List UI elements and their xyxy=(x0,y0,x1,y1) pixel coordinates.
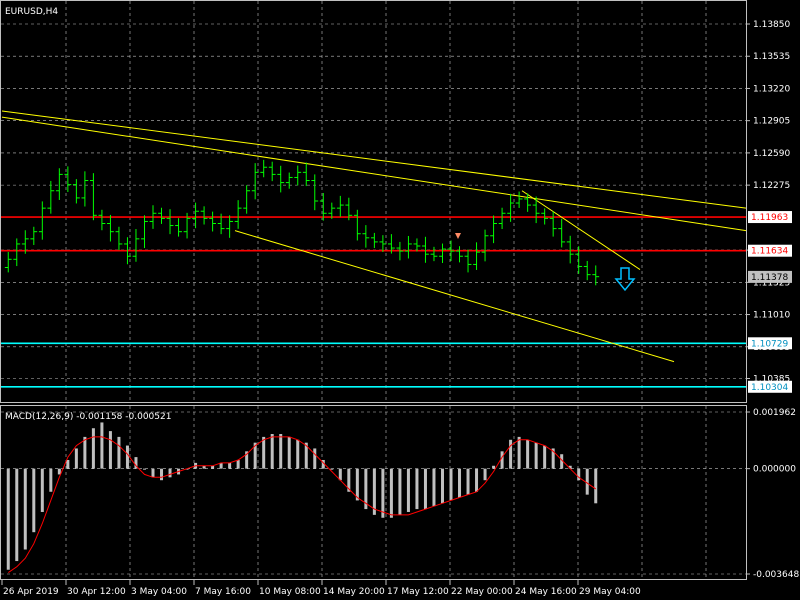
macd-histogram-bar xyxy=(66,459,70,469)
price-tick-label: 1.13850 xyxy=(753,20,790,30)
macd-histogram-bar xyxy=(594,468,598,504)
macd-histogram-bar xyxy=(458,468,462,498)
macd-histogram-bar xyxy=(270,434,274,469)
time-tick-label: 22 May 00:00 xyxy=(451,587,513,597)
time-tick-label: 29 May 04:00 xyxy=(579,587,641,597)
macd-tick-label: 0.001962 xyxy=(753,408,796,418)
macd-histogram-bar xyxy=(74,448,78,469)
macd-histogram-bar xyxy=(100,422,104,469)
macd-histogram-bar xyxy=(108,431,112,469)
macd-histogram-bar xyxy=(381,468,385,518)
time-tick-label: 26 Apr 2019 xyxy=(3,587,59,597)
macd-histogram-bar xyxy=(228,462,232,469)
macd-histogram-bar xyxy=(330,468,334,470)
level-badge-label: 1.10304 xyxy=(751,383,788,393)
time-tick-label: 30 Apr 12:00 xyxy=(67,587,126,597)
macd-histogram-bar xyxy=(449,468,453,501)
macd-histogram-bar xyxy=(406,468,410,512)
macd-histogram-bar xyxy=(279,434,283,469)
macd-histogram-bar xyxy=(355,468,359,501)
macd-histogram-bar xyxy=(6,468,10,570)
macd-histogram-bar xyxy=(389,468,393,518)
macd-histogram-bar xyxy=(40,468,44,512)
macd-histogram-bar xyxy=(440,468,444,504)
macd-title: MACD(12,26,9) -0.001158 -0.000521 xyxy=(5,412,171,422)
macd-histogram-bar xyxy=(262,436,266,469)
macd-histogram-bar xyxy=(83,436,87,469)
macd-histogram-bar xyxy=(168,468,172,478)
macd-histogram-bar xyxy=(423,468,427,510)
macd-histogram-bar xyxy=(509,439,513,469)
macd-histogram-bar xyxy=(517,436,521,469)
macd-histogram-bar xyxy=(91,428,95,469)
symbol-title: EURUSD,H4 xyxy=(5,7,58,17)
macd-histogram-bar xyxy=(500,451,504,469)
time-tick-label: 7 May 16:00 xyxy=(195,587,251,597)
macd-histogram-bar xyxy=(236,459,240,469)
price-tick-label: 1.11010 xyxy=(753,311,790,321)
macd-tick-label: 0.000000 xyxy=(753,465,796,475)
macd-histogram-bar xyxy=(117,436,121,469)
macd-histogram-bar xyxy=(543,445,547,469)
macd-histogram-bar xyxy=(142,468,146,470)
macd-histogram-bar xyxy=(32,468,36,533)
macd-histogram-bar xyxy=(151,468,155,478)
macd-histogram-bar xyxy=(49,468,53,492)
macd-histogram-bar xyxy=(296,439,300,469)
time-tick-label: 17 May 12:00 xyxy=(387,587,449,597)
macd-histogram-bar xyxy=(15,468,19,562)
price-tick-label: 1.12905 xyxy=(753,117,790,127)
macd-histogram-bar xyxy=(313,448,317,469)
macd-tick-label: -0.003648 xyxy=(753,570,799,580)
price-tick-label: 1.12590 xyxy=(753,149,790,159)
macd-histogram-bar xyxy=(585,468,589,495)
price-tick-label: 1.12275 xyxy=(753,181,790,191)
time-tick-label: 3 May 04:00 xyxy=(131,587,187,597)
macd-histogram-bar xyxy=(160,468,164,481)
price-tick-label: 1.13220 xyxy=(753,84,790,94)
macd-histogram-bar xyxy=(526,439,530,469)
macd-histogram-bar xyxy=(475,468,479,492)
macd-histogram-bar xyxy=(466,468,470,495)
macd-histogram-bar xyxy=(415,468,419,510)
macd-histogram-bar xyxy=(287,436,291,469)
level-badge-label: 1.10729 xyxy=(751,339,788,349)
current-price-label: 1.11378 xyxy=(751,273,788,283)
macd-histogram-bar xyxy=(125,445,129,469)
level-badge-label: 1.11634 xyxy=(751,247,788,257)
level-badge-label: 1.11963 xyxy=(751,213,788,223)
price-tick-label: 1.13535 xyxy=(753,52,790,62)
time-tick-label: 14 May 20:00 xyxy=(323,587,385,597)
macd-histogram-bar xyxy=(483,468,487,481)
macd-histogram-bar xyxy=(432,468,436,507)
macd-histogram-bar xyxy=(23,468,27,550)
chart-root[interactable]: EURUSD,H4 MACD(12,26,9) -0.001158 -0.000… xyxy=(0,0,800,600)
macd-histogram-bar xyxy=(398,468,402,515)
time-tick-label: 10 May 08:00 xyxy=(259,587,321,597)
time-tick-label: 24 May 16:00 xyxy=(515,587,577,597)
macd-histogram-bar xyxy=(534,442,538,469)
macd-histogram-bar xyxy=(492,465,496,469)
